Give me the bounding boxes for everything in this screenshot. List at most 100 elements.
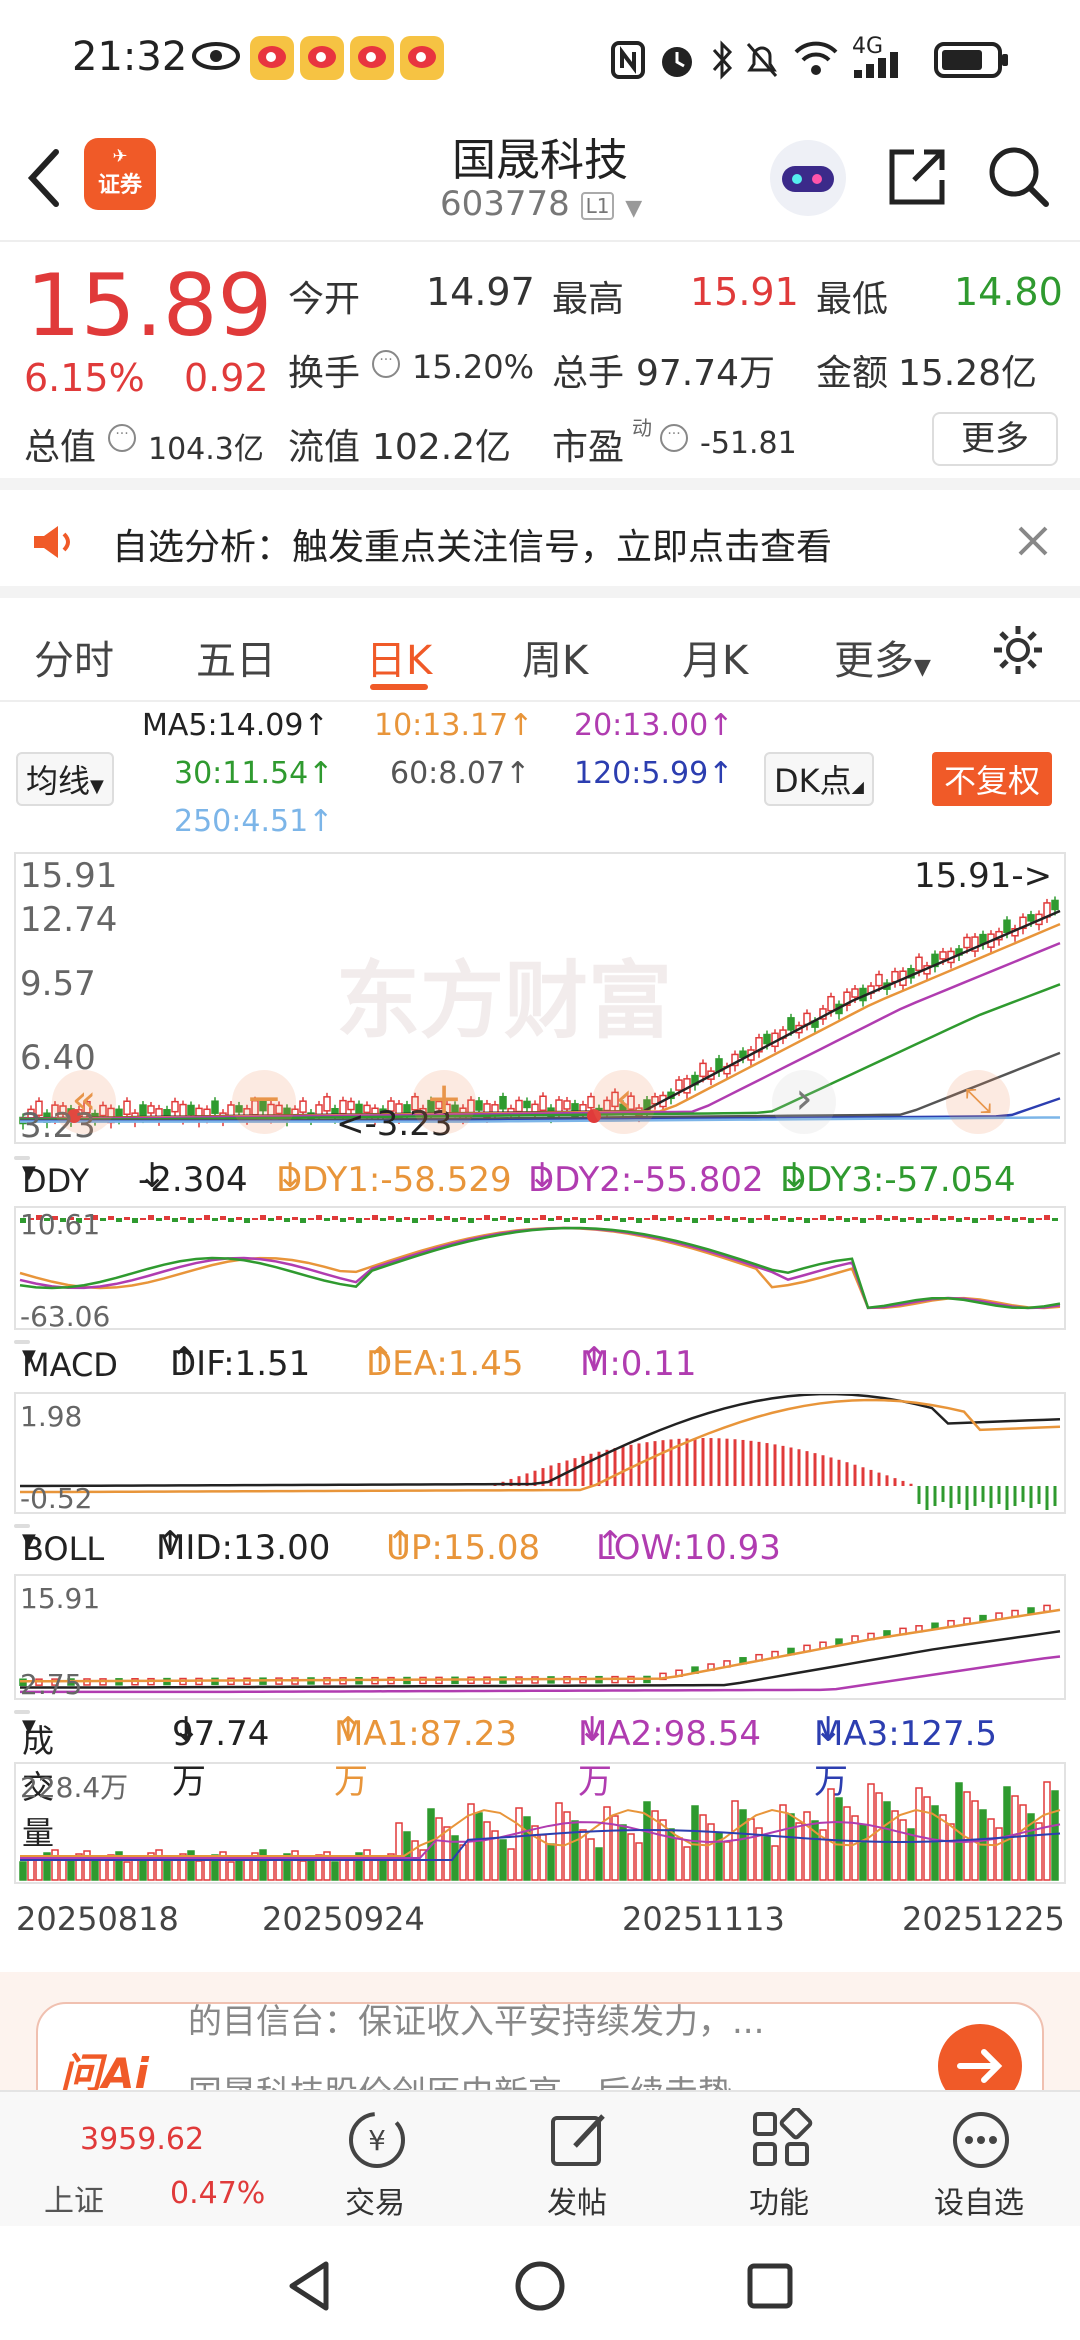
volume-bar [803, 1811, 811, 1881]
volume-bar [771, 1845, 779, 1881]
tab-weekly-k[interactable]: 周K [522, 628, 588, 686]
back-triangle-icon[interactable] [286, 2260, 332, 2312]
volume-chart[interactable]: 228.4万 [14, 1762, 1066, 1884]
home-circle-icon[interactable] [514, 2260, 566, 2312]
index-pct[interactable]: 0.47% [170, 2176, 265, 2211]
share-icon[interactable] [884, 144, 950, 210]
zoom-out-icon[interactable]: − [232, 1070, 296, 1134]
zoom-in-icon[interactable]: + [412, 1070, 476, 1134]
ddy-bar [868, 1218, 874, 1220]
y-label: -0.52 [20, 1482, 93, 1515]
robot-avatar-icon[interactable] [770, 140, 846, 216]
volume-bar [987, 1818, 995, 1881]
ddy-bar [156, 1218, 162, 1221]
ddy-bar [740, 1217, 746, 1220]
macd-chart[interactable]: 1.98 -0.52 [14, 1392, 1066, 1515]
fullscreen-icon[interactable]: ⤡ [946, 1070, 1010, 1134]
ddy-bar [228, 1218, 234, 1222]
tab-monthly-k[interactable]: 月K [682, 628, 748, 686]
volume-selector[interactable]: 成交量 ▼ [14, 1710, 54, 1852]
boll-chart[interactable]: 15.91 2.75 [14, 1574, 1066, 1701]
app-logo[interactable]: ✈ 证券 [84, 138, 156, 210]
more-circle-icon [953, 2112, 1009, 2168]
volume-bar [235, 1858, 243, 1881]
volume-bar [507, 1848, 515, 1881]
ddy-selector[interactable]: DDY ▼ [14, 1156, 89, 1200]
candle-body [515, 1099, 523, 1113]
more-button[interactable]: 更多 [932, 412, 1058, 466]
prev-icon[interactable]: ‹ [592, 1070, 656, 1134]
ddy-bar [524, 1218, 530, 1223]
candle-body [1003, 919, 1011, 933]
tab-minute[interactable]: 分时 [34, 628, 114, 686]
nav-trade[interactable]: ¥ 交易 [300, 2092, 450, 2228]
ddy-bar [612, 1216, 618, 1220]
ddy-bar [444, 1216, 450, 1220]
volume-bar [99, 1857, 107, 1881]
macd-dif [19, 1394, 1061, 1488]
gear-icon[interactable] [990, 622, 1046, 678]
volume-bar [915, 1787, 923, 1881]
ddy-bar [324, 1218, 330, 1221]
macd-dea: DEA:1.45 ↑ [366, 1340, 524, 1384]
info-icon[interactable]: ··· [660, 424, 688, 452]
ddy-bar [100, 1218, 106, 1221]
ddy-bar [396, 1218, 402, 1222]
candle-body [523, 1100, 531, 1109]
volume-bar [723, 1841, 731, 1881]
recents-square-icon[interactable] [746, 2262, 794, 2310]
adjust-button[interactable]: 不复权 [932, 752, 1053, 806]
scroll-left-icon[interactable]: « [52, 1070, 116, 1134]
index-value[interactable]: 3959.62 [80, 2122, 204, 2157]
next-icon[interactable]: › [772, 1070, 836, 1134]
candle-body [475, 1100, 483, 1111]
back-icon[interactable] [24, 146, 64, 210]
date-label: 20250924 [262, 1900, 425, 1938]
candle-body [787, 1017, 795, 1031]
volume-bar [515, 1807, 523, 1881]
dk-point-button[interactable]: DK点◢ [764, 752, 874, 806]
macd-dif: DIF:1.51 ↑ [170, 1340, 311, 1384]
macd-selector[interactable]: MACD ▼ [14, 1340, 118, 1384]
close-icon[interactable] [1016, 524, 1050, 558]
ddy-bar [884, 1218, 890, 1221]
info-icon[interactable]: ··· [108, 424, 136, 452]
ma-line [19, 909, 1061, 1120]
volume-bar [1043, 1781, 1051, 1881]
index-name[interactable]: 上证 [44, 2176, 104, 2220]
nav-post[interactable]: 发帖 [502, 2092, 652, 2228]
boll-selector[interactable]: BOLL ▼ [14, 1524, 104, 1568]
volume-bar [19, 1861, 27, 1881]
quote-panel: 15.89 6.15% 0.92 今开 14.97 最高 15.91 最低 14… [0, 244, 1080, 490]
stock-code[interactable]: 603778 L1 ▼ [440, 184, 642, 224]
ddy-bar [908, 1217, 914, 1220]
ma-selector[interactable]: 均线▼ [16, 752, 114, 806]
volume-bar [795, 1822, 803, 1881]
tab-five-day[interactable]: 五日 [196, 628, 276, 686]
nav-set-watchlist[interactable]: 设自选 [904, 2092, 1054, 2228]
ddy-bar [1028, 1218, 1034, 1223]
y-label: 228.4万 [20, 1771, 129, 1804]
kline-chart[interactable]: 东方财富 15.91 12.74 9.57 6.40 3.23 15.91-> … [14, 852, 1066, 1146]
bottom-nav: 3959.62 上证 0.47% ¥ 交易 发帖 功能 设自选 [0, 2090, 1080, 2226]
y-label: 2.75 [20, 1668, 83, 1701]
ddy-legend: DDY ▼ -2.304 ↓ DDY1:-58.529 ↓ DDY2:-55.802… [0, 1152, 1080, 1202]
ddy-bar [900, 1218, 906, 1222]
volume-ma1: MA1:87.23万 ↑ [334, 1710, 518, 1802]
open-value: 14.97 [426, 270, 535, 314]
search-icon[interactable] [986, 142, 1052, 212]
candle-body [1051, 899, 1059, 911]
ddy-bar [844, 1218, 850, 1222]
volume-bar [619, 1824, 627, 1881]
candle-body [187, 1104, 195, 1116]
volume-bar [339, 1858, 347, 1881]
ddy-bar [284, 1218, 290, 1222]
tab-more[interactable]: 更多▼ [834, 628, 931, 686]
nav-functions[interactable]: 功能 [704, 2092, 854, 2228]
candle-body [915, 956, 923, 972]
tab-daily-k[interactable]: 日K [366, 628, 432, 686]
alert-banner[interactable]: 自选分析：触发重点关注信号，立即点击查看 [0, 490, 1080, 598]
info-icon[interactable]: ··· [372, 350, 400, 378]
ddy-chart[interactable]: 10.61 -63.06 [14, 1206, 1066, 1333]
ddy-bar [980, 1218, 986, 1220]
